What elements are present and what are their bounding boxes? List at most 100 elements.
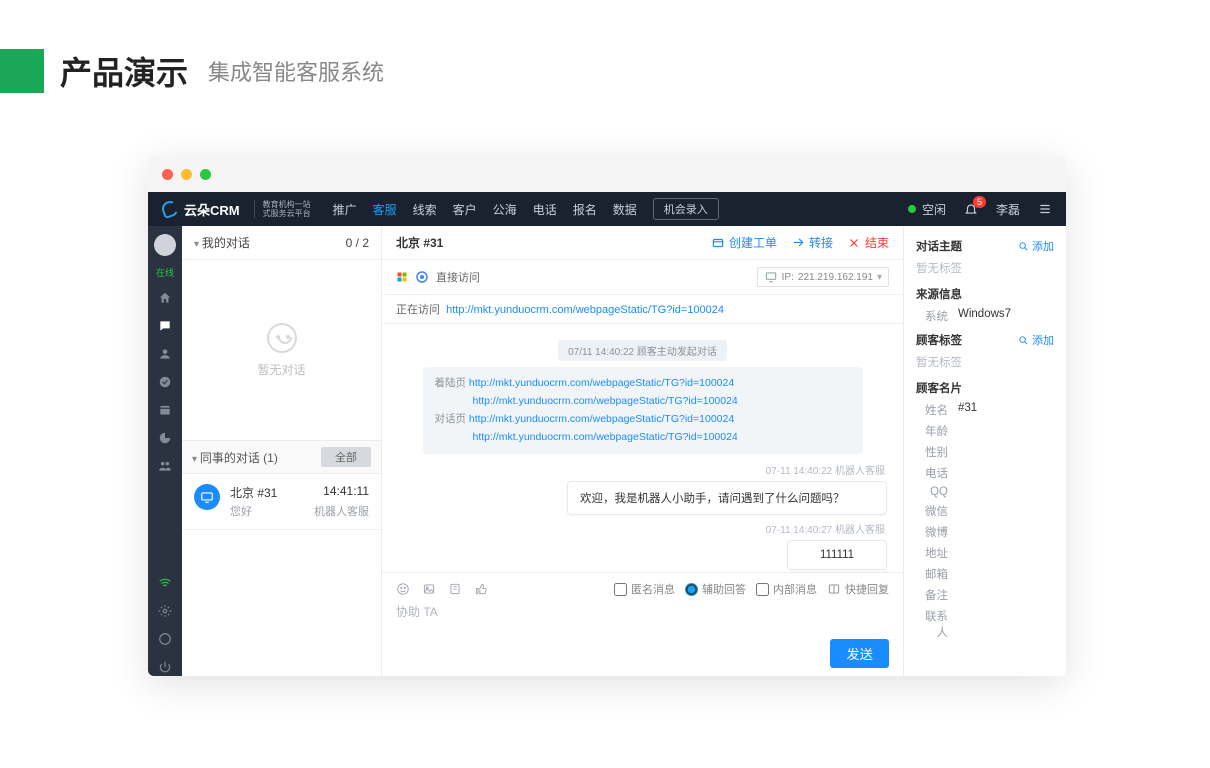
search-small-icon — [1018, 241, 1029, 252]
chat-icon[interactable] — [156, 317, 174, 335]
conversations-panel: 我的对话 0 / 2 暂无对话 同事的对话 (1) 全部 北京 #31 14:41… — [182, 226, 382, 676]
chat-header: 北京 #31 创建工单 转接 结束 — [382, 226, 903, 260]
nav-item[interactable]: 报名 — [573, 201, 597, 218]
brand-tagline: 教育机构一站 式服务云平台 — [254, 200, 311, 218]
my-convs-label: 我的对话 — [194, 234, 250, 251]
ip-value: 221.219.162.191 — [798, 272, 873, 283]
topbar: 云朵CRM 教育机构一站 式服务云平台 推广 客服 线索 客户 公海 电话 报名… — [148, 192, 1066, 226]
search-small-icon — [1018, 335, 1029, 346]
window-min-icon[interactable] — [181, 169, 192, 180]
window-titlebar — [148, 156, 1066, 192]
ctag-empty: 暂无标签 — [916, 354, 1054, 370]
help-icon[interactable] — [156, 630, 174, 648]
current-user[interactable]: 李磊 — [996, 201, 1020, 218]
nav-item-active[interactable]: 客服 — [373, 201, 397, 218]
chat-meta: 直接访问 IP: 221.219.162.191 ▾ — [382, 260, 903, 295]
agent-status[interactable]: 空闲 — [908, 201, 946, 218]
image-icon[interactable] — [422, 582, 436, 596]
topic-header: 对话主题 添加 — [916, 238, 1054, 254]
card-name: #31 — [958, 402, 977, 418]
top-nav: 推广 客服 线索 客户 公海 电话 报名 数据 — [333, 201, 637, 218]
visiting-label: 正在访问 — [396, 304, 440, 316]
window-max-icon[interactable] — [200, 169, 211, 180]
chevron-down-icon: ▾ — [877, 272, 882, 283]
create-ticket-button[interactable]: 创建工单 — [711, 234, 777, 251]
pie-chart-icon[interactable] — [156, 429, 174, 447]
transfer-button[interactable]: 转接 — [791, 234, 833, 251]
conv-time: 14:41:11 — [323, 484, 369, 501]
nav-item[interactable]: 客户 — [453, 201, 477, 218]
chrome-icon — [416, 271, 428, 283]
ip-display: IP: 221.219.162.191 ▾ — [757, 267, 889, 287]
add-topic-button[interactable]: 添加 — [1018, 238, 1054, 254]
window-close-icon[interactable] — [162, 169, 173, 180]
colleague-convs-label: 同事的对话 (1) — [192, 449, 278, 466]
calendar-icon[interactable] — [156, 401, 174, 419]
accent-block — [0, 49, 44, 93]
brand-logo: 云朵CRM 教育机构一站 式服务云平台 — [162, 200, 311, 219]
wifi-icon[interactable] — [156, 574, 174, 592]
card-header: 顾客名片 — [916, 380, 1054, 396]
app-window: 云朵CRM 教育机构一站 式服务云平台 推广 客服 线索 客户 公海 电话 报名… — [148, 156, 1066, 676]
ctag-header: 顾客标签 添加 — [916, 332, 1054, 348]
internal-checkbox[interactable]: 内部消息 — [756, 581, 817, 597]
system-value: Windows7 — [958, 308, 1011, 324]
avatar[interactable] — [154, 234, 176, 256]
close-icon — [847, 236, 861, 250]
person-icon[interactable] — [156, 345, 174, 363]
landing-link[interactable]: http://mkt.yunduocrm.com/webpageStatic/T… — [469, 377, 734, 389]
topic-empty: 暂无标签 — [916, 260, 1054, 276]
add-tag-button[interactable]: 添加 — [1018, 332, 1054, 348]
anon-checkbox[interactable]: 匿名消息 — [614, 581, 675, 597]
slide-title-main: 产品演示 — [60, 48, 188, 94]
send-button[interactable]: 发送 — [830, 639, 889, 668]
assist-checkbox[interactable]: 辅助回答 — [685, 581, 746, 597]
brand-name: 云朵CRM — [184, 200, 240, 219]
nav-item[interactable]: 电话 — [533, 201, 557, 218]
quick-reply-icon — [827, 582, 841, 596]
home-icon[interactable] — [156, 289, 174, 307]
msg-stamp: 07-11 14:40:27 机器人客服 — [398, 521, 885, 536]
my-convs-header[interactable]: 我的对话 0 / 2 — [182, 226, 381, 260]
monitor-small-icon — [764, 270, 778, 284]
chat-panel: 北京 #31 创建工单 转接 结束 — [382, 226, 904, 676]
like-icon[interactable] — [474, 582, 488, 596]
colleague-convs-header[interactable]: 同事的对话 (1) 全部 — [182, 440, 381, 474]
nav-item[interactable]: 推广 — [333, 201, 357, 218]
referrer-box: 着陆页 http://mkt.yunduocrm.com/webpageStat… — [423, 367, 863, 454]
dialog-link-2[interactable]: http://mkt.yunduocrm.com/webpageStatic/T… — [473, 431, 738, 443]
end-button[interactable]: 结束 — [847, 234, 889, 251]
all-tab[interactable]: 全部 — [321, 447, 371, 467]
chat-bubble: 111111 — [787, 540, 887, 570]
check-circle-icon[interactable] — [156, 373, 174, 391]
power-icon[interactable] — [156, 658, 174, 676]
visiting-row: 正在访问 http://mkt.yunduocrm.com/webpageSta… — [382, 295, 903, 324]
conv-title: 北京 #31 — [230, 484, 277, 501]
slide-title-sub: 集成智能客服系统 — [208, 55, 384, 87]
conversation-item[interactable]: 北京 #3114:41:11 您好机器人客服 — [182, 474, 381, 530]
quick-reply-button[interactable]: 快捷回复 — [827, 581, 889, 597]
conv-preview: 您好 — [230, 503, 252, 519]
people-icon[interactable] — [156, 457, 174, 475]
notifications-button[interactable]: 5 — [964, 202, 978, 216]
landing-link-2[interactable]: http://mkt.yunduocrm.com/webpageStatic/T… — [473, 395, 738, 407]
notif-badge: 5 — [973, 196, 986, 208]
windows-icon — [396, 271, 408, 283]
empty-state: 暂无对话 — [182, 260, 381, 440]
attachment-icon[interactable] — [448, 582, 462, 596]
record-opportunity-button[interactable]: 机会录入 — [653, 198, 719, 220]
chat-bubble: 欢迎，我是机器人小助手，请问遇到了什么问题吗？ — [567, 481, 887, 515]
gear-icon[interactable] — [156, 602, 174, 620]
nav-item[interactable]: 数据 — [613, 201, 637, 218]
nav-item[interactable]: 线索 — [413, 201, 437, 218]
dialog-link[interactable]: http://mkt.yunduocrm.com/webpageStatic/T… — [469, 413, 734, 425]
menu-button[interactable] — [1038, 202, 1052, 216]
visiting-link[interactable]: http://mkt.yunduocrm.com/webpageStatic/T… — [446, 304, 724, 316]
emoji-icon[interactable] — [396, 582, 410, 596]
nav-item[interactable]: 公海 — [493, 201, 517, 218]
my-convs-count: 0 / 2 — [346, 236, 369, 250]
online-label: 在线 — [156, 266, 174, 279]
access-method: 直接访问 — [436, 269, 480, 285]
message-input[interactable]: 协助 TA — [396, 603, 889, 637]
cloud-icon — [160, 199, 181, 220]
